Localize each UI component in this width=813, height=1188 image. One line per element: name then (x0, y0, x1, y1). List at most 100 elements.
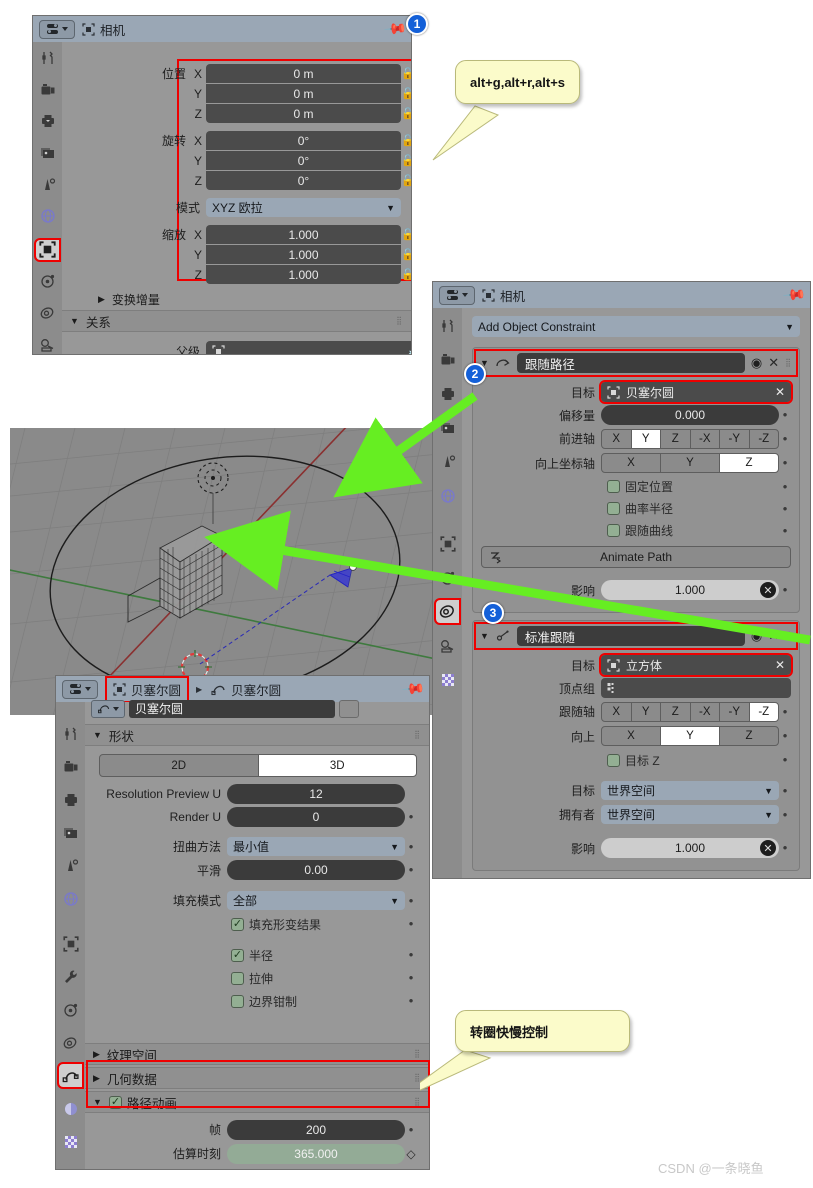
sidebar-item-object-data[interactable] (436, 634, 459, 657)
eval-time-row[interactable]: 估算时刻 365.000 ◇ (99, 1142, 417, 1165)
close-icon[interactable]: ✕ (768, 628, 779, 644)
sidebar-item-world[interactable] (36, 206, 59, 227)
offset-slider[interactable]: 0.000 (601, 405, 779, 425)
curve-radius-checkbox[interactable] (607, 502, 620, 515)
track-to-header[interactable]: ▼ 标准跟随 ◉ ✕ ⣿ (474, 622, 798, 650)
render-u-row[interactable]: Render U 0 • (99, 806, 417, 828)
sidebar-item-object[interactable] (34, 237, 61, 263)
follow-path-header[interactable]: ▼ 跟随路径 ◉ ✕ ⣿ (474, 349, 798, 377)
rotation-mode-dropdown[interactable]: XYZ 欧拉 ▼ (206, 198, 401, 217)
relations-section-header[interactable]: ▼ 关系 ⣿ (62, 310, 411, 332)
up-axis-y[interactable]: Y (660, 453, 720, 473)
location-z-row[interactable]: Z 0 m 🔓 • (82, 104, 411, 123)
lock-icon[interactable]: 🔓 (401, 87, 411, 100)
parent-field[interactable]: 💉 (206, 341, 411, 354)
forward-axis-negy[interactable]: -Y (719, 428, 750, 449)
object-panel-tab-column[interactable] (33, 42, 62, 354)
track-up-buttons[interactable]: X Y Z (601, 726, 779, 746)
rotation-z-field[interactable]: 0° (206, 171, 401, 190)
sidebar-item-material[interactable] (59, 1097, 82, 1120)
sidebar-item-tool[interactable] (436, 314, 459, 337)
clear-animation-icon[interactable]: ✕ (760, 582, 776, 598)
frames-slider[interactable]: 200 (227, 1119, 405, 1140)
lock-icon[interactable]: 🔓 (401, 134, 411, 147)
location-y-row[interactable]: Y 0 m 🔓 • (82, 84, 411, 103)
track-up-y[interactable]: Y (660, 726, 720, 746)
sidebar-item-scene[interactable] (36, 174, 59, 195)
dimension-2d[interactable]: 2D (99, 754, 259, 777)
stretch-row[interactable]: 拉伸 • (99, 967, 417, 989)
clear-icon[interactable]: ✕ (775, 385, 785, 399)
twist-method-row[interactable]: 扭曲方法 最小值 ▼ • (99, 835, 417, 858)
forward-axis-negz[interactable]: -Z (748, 428, 779, 449)
track-axis-y[interactable]: Y (630, 701, 661, 722)
fixed-position-checkbox[interactable] (607, 480, 620, 493)
follow-path-influence-slider[interactable]: 1.000 ✕ (601, 580, 779, 600)
sidebar-item-curve-data[interactable] (57, 1062, 84, 1089)
resolution-preview-u-row[interactable]: Resolution Preview U 12 (99, 783, 417, 805)
up-axis-row[interactable]: 向上坐标轴 X Y Z • (481, 451, 791, 475)
track-axis-z[interactable]: Z (660, 701, 691, 722)
track-to-target-row[interactable]: 目标 立方体 ✕ (481, 653, 793, 677)
lock-icon[interactable]: 🔓 (401, 268, 411, 281)
up-axis-z[interactable]: Z (719, 453, 779, 473)
breadcrumb-object[interactable]: 贝塞尔圆 (104, 676, 190, 703)
scale-y-field[interactable]: 1.000 (206, 245, 401, 264)
rotation-x-row[interactable]: 旋转 X 0° 🔓 • (82, 131, 411, 150)
track-axis-row[interactable]: 跟随轴 X Y Z -X -Y -Z • (481, 700, 791, 723)
sidebar-item-world[interactable] (436, 484, 459, 507)
curve-datablock-row[interactable]: 贝塞尔圆 (91, 699, 359, 718)
pin-icon[interactable]: 📌 (383, 16, 409, 42)
scale-x-field[interactable]: 1.000 (206, 225, 401, 244)
location-x-row[interactable]: 位置 X 0 m 🔓 • (82, 64, 411, 83)
track-axis-x[interactable]: X (601, 701, 632, 722)
pin-icon[interactable]: 📌 (782, 282, 808, 308)
sidebar-item-constraints[interactable] (36, 303, 59, 324)
owner-space-row[interactable]: 拥有者 世界空间 ▼ • (481, 803, 791, 826)
grip-icon[interactable]: ⣿ (785, 632, 792, 640)
sidebar-item-physics[interactable] (436, 566, 459, 589)
vertex-group-row[interactable]: 顶点组 (481, 677, 791, 699)
keyframe-diamond-icon[interactable]: ◇ (405, 1148, 417, 1160)
visibility-eye-icon[interactable]: ◉ (751, 628, 762, 644)
animate-path-button[interactable]: Animate Path (481, 546, 791, 568)
sidebar-item-physics[interactable] (36, 271, 59, 292)
lock-icon[interactable]: 🔓 (401, 228, 411, 241)
rotation-z-row[interactable]: Z 0° 🔓 • (82, 171, 411, 190)
track-to-influence-slider[interactable]: 1.000 ✕ (601, 838, 779, 858)
sidebar-item-tool[interactable] (36, 48, 59, 69)
close-icon[interactable]: ✕ (768, 355, 779, 371)
rotation-y-row[interactable]: Y 0° 🔓 • (82, 151, 411, 170)
render-u-slider[interactable]: 0 (227, 807, 405, 827)
resolution-preview-u-slider[interactable]: 12 (227, 784, 405, 804)
track-up-row[interactable]: 向上 X Y Z • (481, 724, 791, 748)
editor-type-icon[interactable] (62, 679, 98, 699)
constraint-properties-panel[interactable]: 相机 📌 Add Object Constraint ▼ ▼ 跟随路径 ◉ ✕ … (432, 281, 811, 879)
viewport-3d[interactable] (10, 428, 460, 715)
rotation-x-field[interactable]: 0° (206, 131, 401, 150)
scale-z-field[interactable]: 1.000 (206, 265, 401, 284)
fill-deformed-checkbox[interactable]: ✓ (231, 917, 244, 931)
target-z-row[interactable]: 目标 Z • (481, 749, 791, 771)
lock-icon[interactable]: 🔓 (401, 67, 411, 80)
scale-x-row[interactable]: 缩放 X 1.000 🔓 • (82, 225, 411, 244)
sidebar-item-output[interactable] (436, 382, 459, 405)
track-up-x[interactable]: X (601, 726, 661, 746)
up-axis-buttons[interactable]: X Y Z (601, 453, 779, 473)
sidebar-item-render[interactable] (36, 80, 59, 101)
forward-axis-z[interactable]: Z (660, 428, 691, 449)
forward-axis-buttons[interactable]: X Y Z -X -Y -Z (601, 428, 779, 449)
track-up-z[interactable]: Z (719, 726, 779, 746)
track-axis-negx[interactable]: -X (689, 701, 720, 722)
forward-axis-x[interactable]: X (601, 428, 632, 449)
follow-curve-checkbox[interactable] (607, 524, 620, 537)
track-to-name[interactable]: 标准跟随 (516, 626, 745, 646)
follow-path-target-field[interactable]: 贝塞尔圆 ✕ (599, 380, 793, 404)
location-y-field[interactable]: 0 m (206, 84, 401, 103)
sidebar-item-view-layer[interactable] (436, 416, 459, 439)
clear-icon[interactable]: ✕ (775, 658, 785, 672)
follow-path-target-row[interactable]: 目标 贝塞尔圆 ✕ (481, 380, 793, 404)
visibility-eye-icon[interactable]: ◉ (751, 355, 762, 371)
rotation-y-field[interactable]: 0° (206, 151, 401, 170)
location-z-field[interactable]: 0 m (206, 104, 401, 123)
